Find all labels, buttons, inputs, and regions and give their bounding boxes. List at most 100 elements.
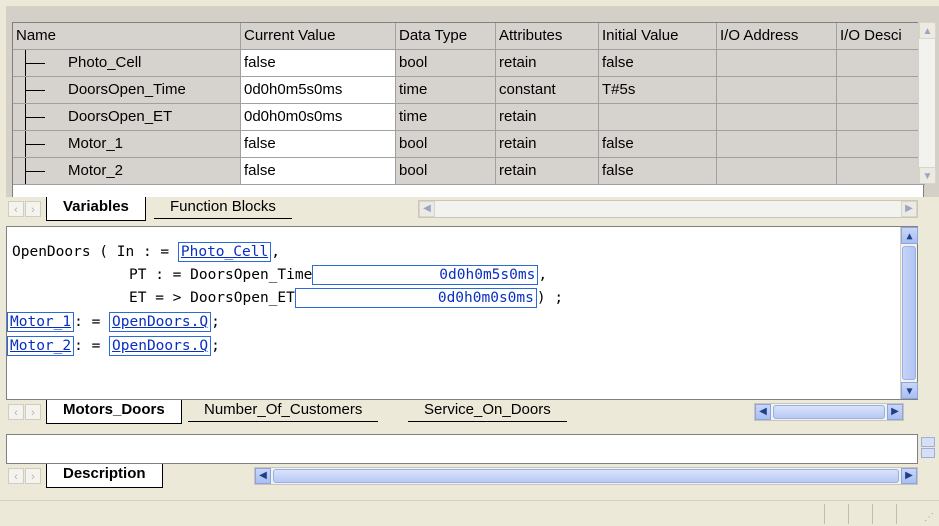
tab-scroll-left-icon[interactable]: ‹	[8, 468, 24, 484]
status-bar: ⋰	[0, 500, 939, 526]
attributes-cell[interactable]: retain	[496, 50, 599, 77]
attributes-cell[interactable]: retain	[496, 131, 599, 158]
variable-link-motor-2[interactable]: Motor_2	[7, 336, 75, 356]
io-description-cell[interactable]	[837, 50, 925, 77]
scrollbar-thumb[interactable]	[902, 246, 916, 380]
tab-scroll-right-icon[interactable]: ›	[25, 468, 41, 484]
tab-variables[interactable]: Variables	[46, 197, 146, 221]
variable-link-opendoors-q[interactable]: OpenDoors.Q	[109, 336, 212, 356]
io-description-cell[interactable]	[837, 104, 925, 131]
tab-scroll-right-icon[interactable]: ›	[25, 404, 41, 420]
io-description-cell[interactable]	[837, 77, 925, 104]
current-value-cell[interactable]: 0d0h0m0s0ms	[241, 104, 396, 131]
scrollbar-thumb[interactable]	[273, 469, 899, 483]
io-address-cell[interactable]	[717, 50, 837, 77]
table-row[interactable]: Motor_1 false bool retain false	[13, 131, 925, 158]
tab-description[interactable]: Description	[46, 464, 163, 488]
scroll-left-icon[interactable]: ◀	[255, 468, 271, 484]
variable-link-motor-1[interactable]: Motor_1	[7, 312, 75, 332]
current-value-cell[interactable]: 0d0h0m5s0ms	[241, 77, 396, 104]
variable-name-cell[interactable]: DoorsOpen_Time	[13, 77, 241, 104]
scroll-down-icon[interactable]: ▼	[919, 167, 936, 184]
io-address-cell[interactable]	[717, 77, 837, 104]
scroll-right-icon[interactable]: ▶	[901, 201, 917, 217]
code-line-3: ET = > DoorsOpen_ET 0d0h0m0s0ms) ;	[129, 287, 563, 309]
description-horizontal-scrollbar[interactable]: ◀ ▶	[254, 467, 918, 485]
column-header-initial-value[interactable]: Initial Value	[599, 23, 717, 50]
code-text: ;	[211, 338, 220, 354]
io-address-cell[interactable]	[717, 131, 837, 158]
table-row[interactable]: DoorsOpen_ET 0d0h0m0s0ms time retain	[13, 104, 925, 131]
tree-connector	[25, 131, 45, 157]
column-header-data-type[interactable]: Data Type	[396, 23, 496, 50]
column-header-io-description[interactable]: I/O Desci	[837, 23, 925, 50]
variable-name-cell[interactable]: Photo_Cell	[13, 50, 241, 77]
column-header-io-address[interactable]: I/O Address	[717, 23, 837, 50]
current-value-cell[interactable]: false	[241, 131, 396, 158]
scroll-left-icon[interactable]: ◀	[419, 201, 435, 217]
variable-name-cell[interactable]: Motor_2	[13, 158, 241, 185]
scrollbar-thumb[interactable]	[773, 405, 885, 419]
initial-value-cell[interactable]: false	[599, 50, 717, 77]
tree-connector	[25, 158, 45, 184]
current-value-cell[interactable]: false	[241, 50, 396, 77]
data-type-cell[interactable]: bool	[396, 50, 496, 77]
editor-tabstrip: ‹ › Motors_Doors Number_Of_Customers Ser…	[6, 400, 918, 426]
live-value-doorsopen-et: 0d0h0m0s0ms	[294, 288, 537, 308]
data-type-cell[interactable]: time	[396, 104, 496, 131]
initial-value-cell[interactable]: false	[599, 131, 717, 158]
io-description-cell[interactable]	[837, 158, 925, 185]
initial-value-cell[interactable]: false	[599, 158, 717, 185]
table-header-row: Name Current Value Data Type Attributes …	[13, 23, 925, 50]
variable-name-cell[interactable]: DoorsOpen_ET	[13, 104, 241, 131]
code-line-2: PT : = DoorsOpen_Time 0d0h0m5s0ms,	[129, 264, 547, 286]
description-area[interactable]	[6, 434, 918, 464]
variable-name: Motor_2	[68, 162, 124, 179]
resize-grip-icon[interactable]: ⋰	[924, 512, 936, 524]
io-address-cell[interactable]	[717, 158, 837, 185]
column-header-current-value[interactable]: Current Value	[241, 23, 396, 50]
scroll-down-icon[interactable]: ▼	[901, 382, 918, 399]
variable-link-opendoors-q[interactable]: OpenDoors.Q	[109, 312, 212, 332]
code-line-4: Motor_1: = OpenDoors.Q;	[7, 311, 220, 333]
data-type-cell[interactable]: bool	[396, 158, 496, 185]
scroll-left-icon[interactable]: ◀	[755, 404, 771, 420]
editor-vertical-scrollbar[interactable]: ▲ ▼	[900, 227, 918, 399]
scroll-up-icon[interactable]: ▲	[919, 22, 936, 39]
column-header-attributes[interactable]: Attributes	[496, 23, 599, 50]
tab-scroll-left-icon[interactable]: ‹	[8, 404, 24, 420]
tab-motors-doors[interactable]: Motors_Doors	[46, 400, 182, 424]
editor-horizontal-scrollbar[interactable]: ◀ ▶	[754, 403, 904, 421]
grid-horizontal-scrollbar[interactable]: ◀ ▶	[418, 200, 918, 218]
status-pane	[896, 504, 897, 524]
attributes-cell[interactable]: retain	[496, 158, 599, 185]
io-address-cell[interactable]	[717, 104, 837, 131]
variable-link-photo-cell[interactable]: Photo_Cell	[177, 242, 272, 262]
initial-value-cell[interactable]: T#5s	[599, 77, 717, 104]
scroll-right-icon[interactable]: ▶	[887, 404, 903, 420]
data-type-cell[interactable]: bool	[396, 131, 496, 158]
table-row[interactable]: Motor_2 false bool retain false	[13, 158, 925, 185]
scroll-up-icon[interactable]: ▲	[901, 227, 918, 244]
tab-service-on-doors[interactable]: Service_On_Doors	[408, 400, 567, 422]
io-description-cell[interactable]	[837, 131, 925, 158]
variables-tabstrip: ‹ › Variables Function Blocks ◀ ▶	[6, 197, 918, 223]
grid-vertical-scrollbar[interactable]: ▲ ▼	[918, 22, 936, 184]
splitter-handle[interactable]	[921, 437, 935, 459]
initial-value-cell[interactable]	[599, 104, 717, 131]
tab-number-of-customers[interactable]: Number_Of_Customers	[188, 400, 379, 422]
tab-scroll-left-icon[interactable]: ‹	[8, 201, 24, 217]
table-row[interactable]: DoorsOpen_Time 0d0h0m5s0ms time constant…	[13, 77, 925, 104]
current-value-cell[interactable]: false	[241, 158, 396, 185]
attributes-cell[interactable]: retain	[496, 104, 599, 131]
tree-connector	[25, 50, 45, 76]
column-header-name[interactable]: Name	[13, 23, 241, 50]
variable-name-cell[interactable]: Motor_1	[13, 131, 241, 158]
scroll-right-icon[interactable]: ▶	[901, 468, 917, 484]
attributes-cell[interactable]: constant	[496, 77, 599, 104]
table-row[interactable]: Photo_Cell false bool retain false	[13, 50, 925, 77]
tab-scroll-right-icon[interactable]: ›	[25, 201, 41, 217]
code-editor[interactable]: OpenDoors ( In : = Photo_Cell, PT : = Do…	[6, 226, 918, 400]
data-type-cell[interactable]: time	[396, 77, 496, 104]
tab-function-blocks[interactable]: Function Blocks	[154, 197, 292, 219]
